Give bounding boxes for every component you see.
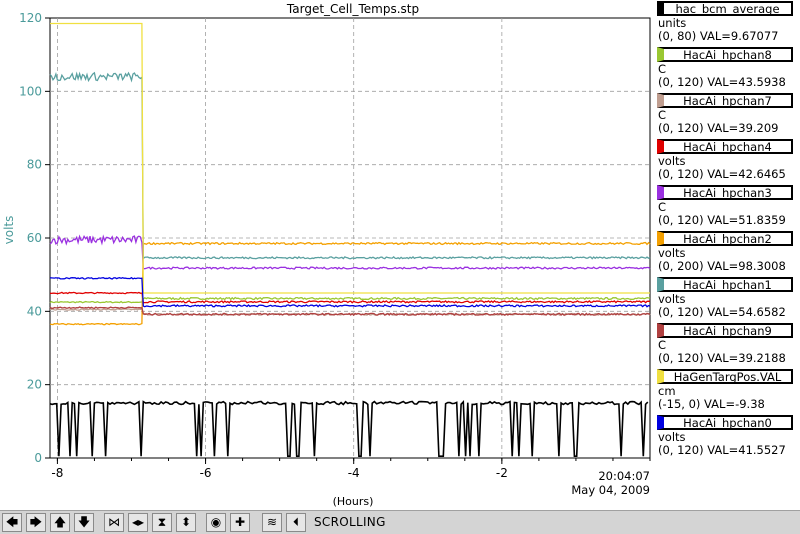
legend-item[interactable]: hac_bcm_average units (0, 80) VAL=9.67077	[655, 0, 800, 46]
zoom-out-x-button[interactable]: ◂▸	[128, 513, 148, 532]
chart-title: Target_Cell_Temps.stp	[286, 2, 419, 16]
legend-item[interactable]: HacAi_hpchan9 C (0, 120) VAL=39.2188	[655, 322, 800, 368]
legend-series-unit: volts	[658, 430, 686, 444]
series-line-HacAi_hpchan3	[49, 234, 651, 270]
legend-series-name[interactable]: HaGenTargPos.VAL	[657, 369, 793, 384]
add-button[interactable]: ✚	[230, 513, 250, 532]
legend-item[interactable]: HacAi_hpchan8 C (0, 120) VAL=43.5938	[655, 46, 800, 92]
plot-frame	[49, 17, 651, 459]
legend-series-unit: volts	[658, 246, 686, 260]
x-tick-label: -8	[51, 466, 63, 480]
legend-item[interactable]: HacAi_hpchan2 volts (0, 200) VAL=98.3008	[655, 230, 800, 276]
legend-series-range: (0, 120) VAL=41.5527	[658, 443, 786, 457]
legend-item[interactable]: HacAi_hpchan1 volts (0, 120) VAL=54.6582	[655, 276, 800, 322]
legend-series-range: (0, 120) VAL=54.6582	[658, 305, 786, 319]
stop-button[interactable]: ◉	[206, 513, 226, 532]
zoom-out-y-button[interactable]: ⬍	[176, 513, 196, 532]
legend-item[interactable]: HacAi_hpchan3 C (0, 120) VAL=51.8359	[655, 184, 800, 230]
legend-series-name[interactable]: HacAi_hpchan9	[657, 323, 793, 338]
x-tick-label: -6	[200, 466, 212, 480]
legend-series-name[interactable]: HacAi_hpchan0	[657, 415, 793, 430]
legend-series-unit: units	[658, 16, 687, 30]
legend-series-range: (-15, 0) VAL=-9.38	[658, 397, 765, 411]
zoom-in-y-button[interactable]: ⧗	[152, 513, 172, 532]
y-tick-label: 120	[19, 11, 42, 25]
legend-series-unit: C	[658, 338, 667, 352]
legend-series-name[interactable]: HacAi_hpchan4	[657, 139, 793, 154]
legend-item[interactable]: HaGenTargPos.VAL cm (-15, 0) VAL=-9.38	[655, 368, 800, 414]
legend-series-name[interactable]: HacAi_hpchan3	[657, 185, 793, 200]
legend-series-range: (0, 120) VAL=51.8359	[658, 213, 786, 227]
toolbar: SCROLLING 🡄 🡆 🡅 🡇 ⋈ ◂▸ ⧗ ⬍ ◉ ✚ ≋ ⏴	[0, 510, 800, 534]
scroll-up-button[interactable]: 🡅	[50, 513, 70, 532]
legend-series-name[interactable]: hac_bcm_average	[657, 1, 793, 16]
legend-series-name[interactable]: HacAi_hpchan7	[657, 93, 793, 108]
legend-item[interactable]: HacAi_hpchan7 C (0, 120) VAL=39.209	[655, 92, 800, 138]
legend-item[interactable]: HacAi_hpchan0 volts (0, 120) VAL=41.5527	[655, 414, 800, 460]
y-tick-label: 0	[34, 451, 42, 465]
series-line-HaGenTargPos.VAL	[50, 22, 650, 294]
resume-scroll-button[interactable]: ⏴	[286, 513, 306, 532]
legend-item[interactable]: HacAi_hpchan4 volts (0, 120) VAL=42.6465	[655, 138, 800, 184]
legend: hac_bcm_average units (0, 80) VAL=9.67077 H…	[655, 0, 800, 510]
y-tick-label: 80	[27, 158, 42, 172]
zoom-in-x-button[interactable]: ⋈	[104, 513, 124, 532]
scroll-right-button[interactable]: 🡆	[26, 513, 46, 532]
autoscale-button[interactable]: ≋	[262, 513, 282, 532]
scroll-status-text: SCROLLING	[314, 515, 386, 529]
y-tick-label: 100	[19, 84, 42, 98]
y-axis-label: volts	[2, 216, 16, 245]
legend-series-range: (0, 120) VAL=39.2188	[658, 351, 786, 365]
legend-series-range: (0, 120) VAL=43.5938	[658, 75, 786, 89]
legend-series-unit: volts	[658, 292, 686, 306]
legend-series-unit: C	[658, 200, 667, 214]
x-tick-label: -2	[496, 466, 508, 480]
series-line-HacAi_hpchan9	[49, 306, 651, 317]
legend-series-name[interactable]: HacAi_hpchan8	[657, 47, 793, 62]
legend-series-unit: volts	[658, 154, 686, 168]
legend-series-name[interactable]: HacAi_hpchan2	[657, 231, 793, 246]
x-axis-label: (Hours)	[333, 495, 374, 508]
scroll-down-button[interactable]: 🡇	[74, 513, 94, 532]
series-line-HacAi_hpchan1	[49, 71, 651, 260]
scroll-left-button[interactable]: 🡄	[2, 513, 22, 532]
legend-series-range: (0, 120) VAL=39.209	[658, 121, 779, 135]
legend-series-unit: C	[658, 108, 667, 122]
y-tick-label: 20	[27, 378, 42, 392]
legend-series-unit: cm	[658, 384, 676, 398]
legend-series-range: (0, 200) VAL=98.3008	[658, 259, 786, 273]
legend-series-name[interactable]: HacAi_hpchan1	[657, 277, 793, 292]
legend-series-range: (0, 80) VAL=9.67077	[658, 29, 779, 43]
series-line-hac_bcm_average	[49, 399, 649, 457]
series-line-HacAi_hpchan2	[49, 241, 651, 326]
legend-series-range: (0, 120) VAL=42.6465	[658, 167, 786, 181]
end-time-label: 20:04:07	[598, 469, 650, 483]
y-tick-label: 60	[27, 231, 42, 245]
x-tick-label: -4	[348, 466, 360, 480]
y-tick-label: 40	[27, 304, 42, 318]
end-date-label: May 04, 2009	[571, 483, 650, 497]
legend-series-unit: C	[658, 62, 667, 76]
